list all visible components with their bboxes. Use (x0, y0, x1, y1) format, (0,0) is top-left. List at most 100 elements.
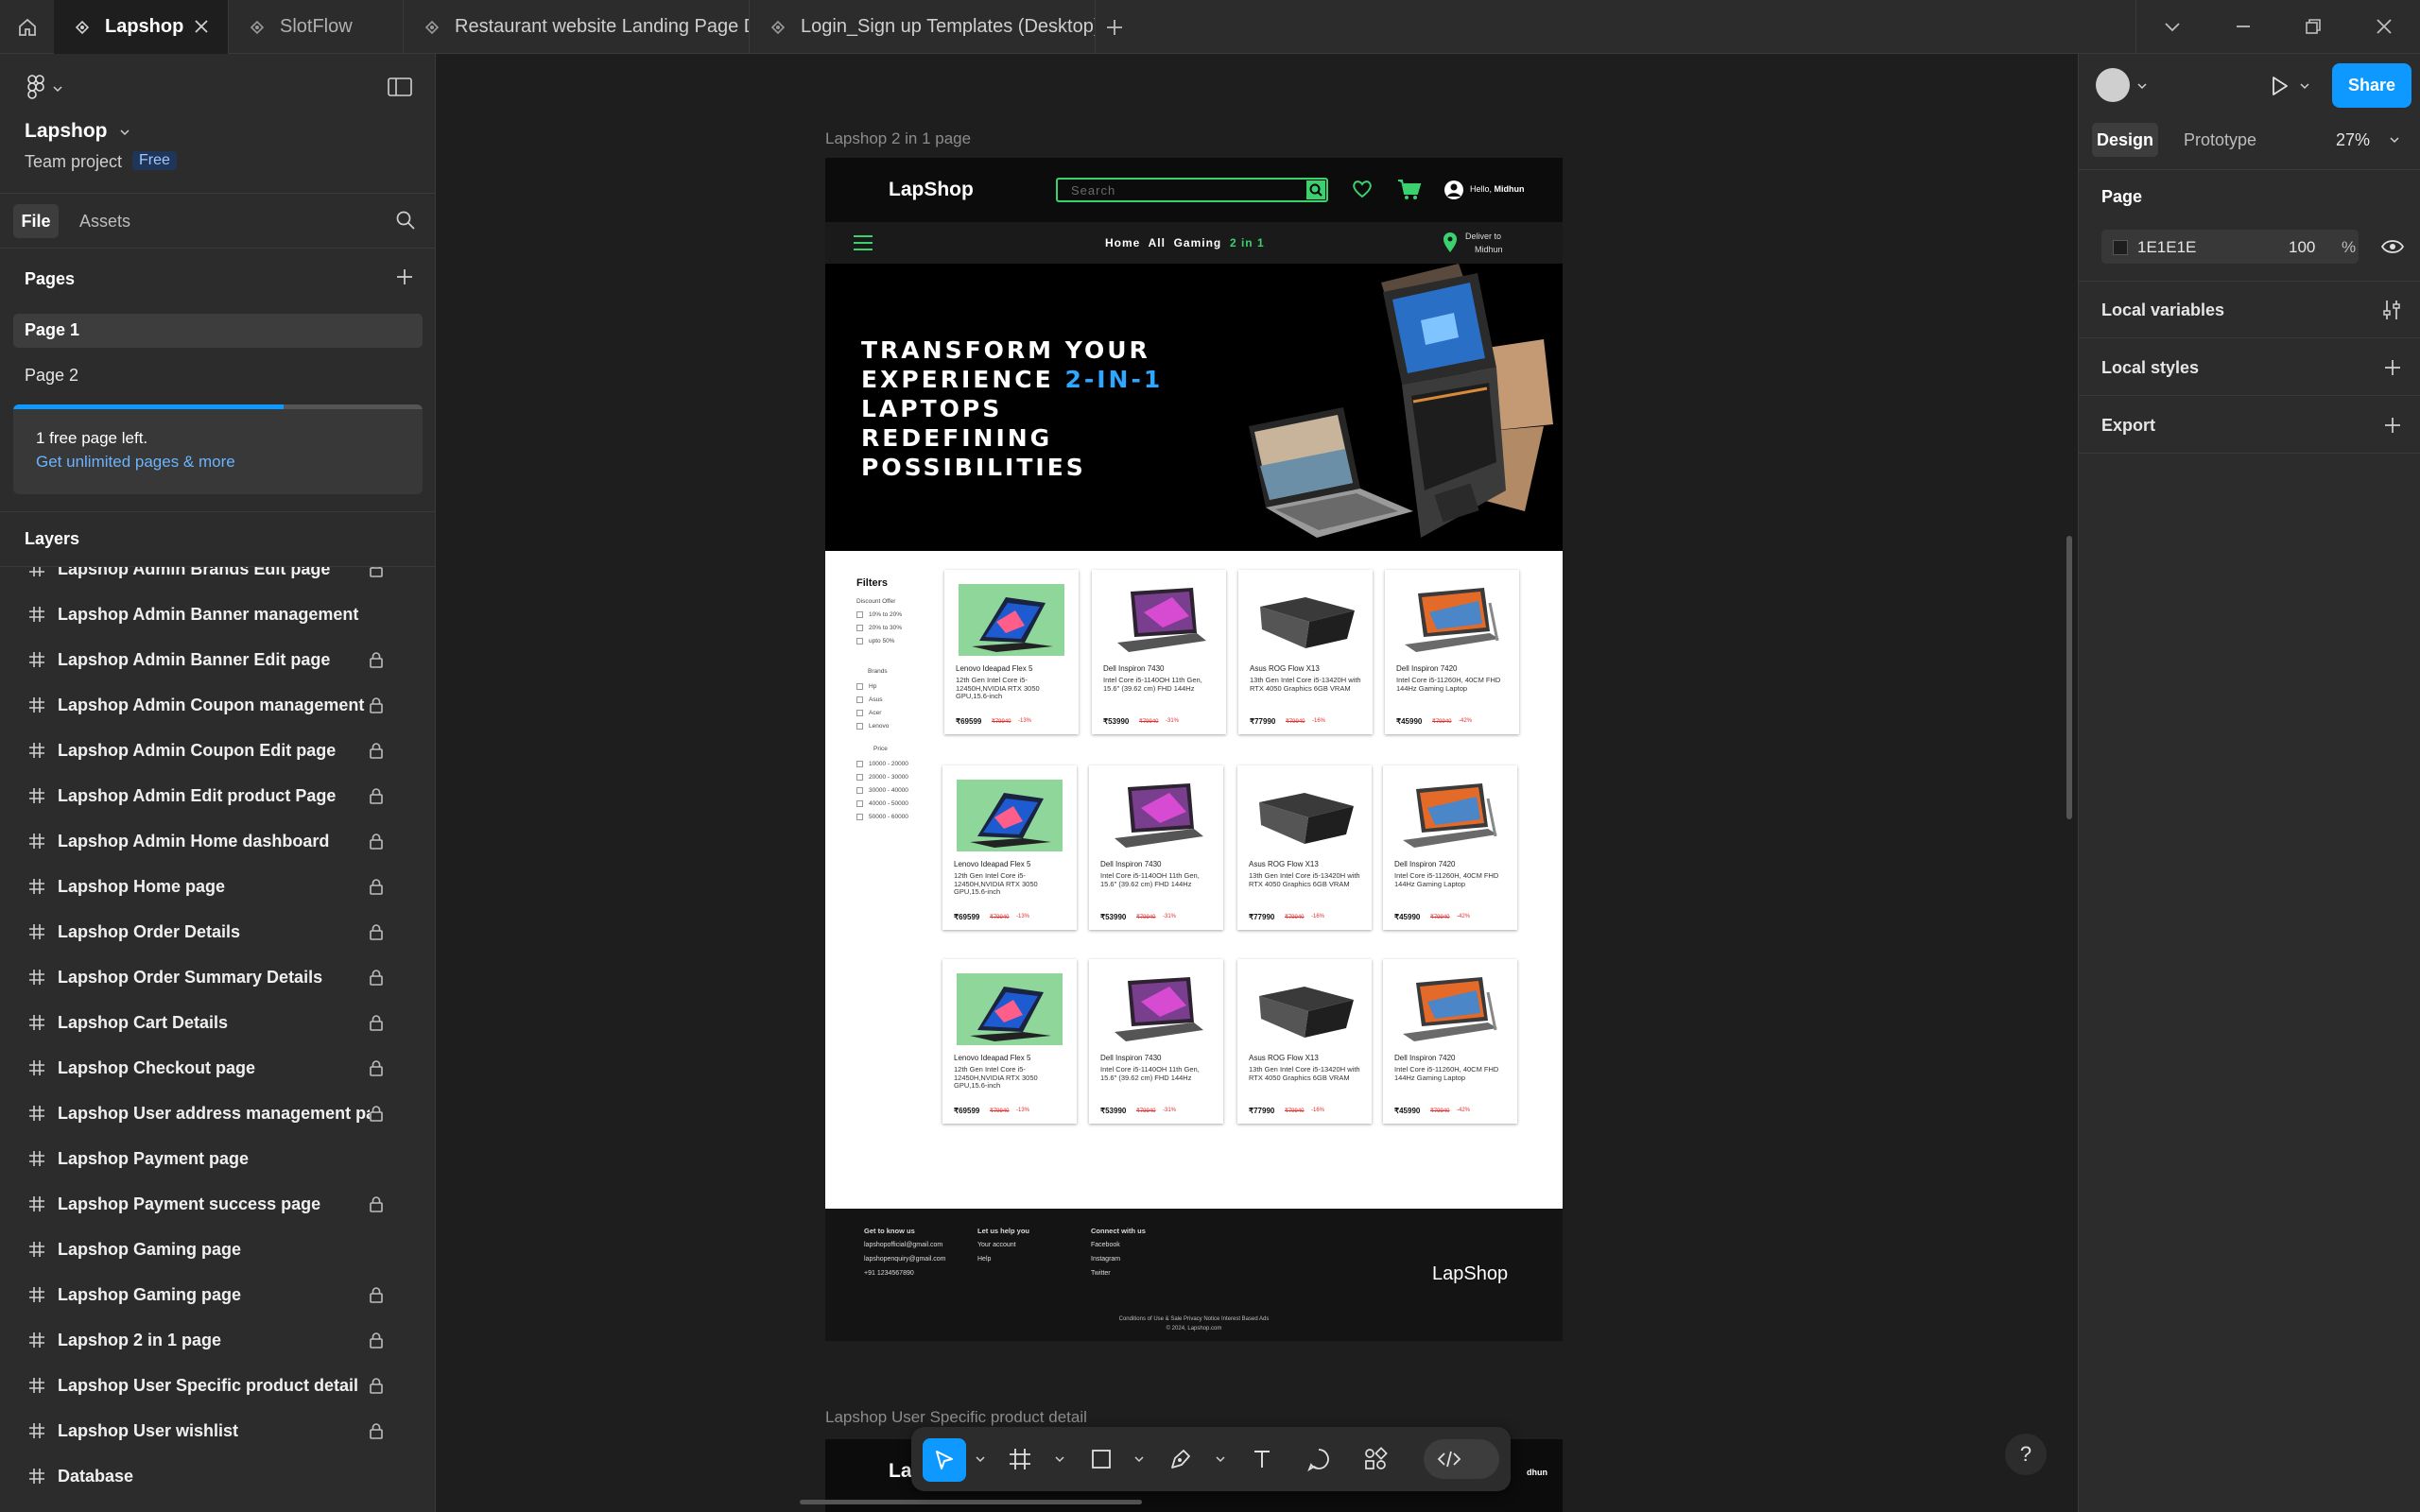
layer-item[interactable]: Lapshop User wishlist (0, 1408, 435, 1453)
upgrade-link[interactable]: Get unlimited pages & more (36, 453, 235, 472)
layer-item[interactable]: Lapshop Admin Coupon management (0, 682, 435, 728)
project-name[interactable]: Lapshop (25, 120, 108, 143)
chevron-down-icon[interactable] (2300, 82, 2309, 90)
layer-item[interactable]: Lapshop Admin Banner Edit page (0, 637, 435, 682)
lock-icon[interactable] (369, 878, 384, 895)
layer-item[interactable]: Lapshop Home page (0, 864, 435, 909)
shape-tool-button[interactable] (1085, 1443, 1117, 1475)
eye-icon[interactable] (2381, 238, 2404, 255)
lock-icon[interactable] (369, 1195, 384, 1212)
plus-icon[interactable] (2383, 358, 2402, 377)
chevron-down-icon[interactable] (2137, 82, 2147, 90)
lock-icon[interactable] (369, 1105, 384, 1122)
close-window-icon[interactable] (2373, 15, 2395, 38)
layer-item[interactable]: Lapshop Payment page (0, 1136, 435, 1181)
variables-icon[interactable] (2381, 299, 2402, 321)
tab-login[interactable]: Login_Sign up Templates (Desktop) ( (750, 0, 1096, 54)
lock-icon[interactable] (369, 833, 384, 850)
layer-item[interactable]: Lapshop User address management pag (0, 1091, 435, 1136)
home-button[interactable] (0, 0, 54, 54)
layer-item[interactable]: Lapshop Payment success page (0, 1181, 435, 1227)
layer-item[interactable]: Lapshop Admin Brands Edit page (0, 567, 435, 592)
layer-item[interactable]: Lapshop Gaming page (0, 1227, 435, 1272)
restore-icon[interactable] (2302, 15, 2325, 38)
frame-tool-button[interactable] (1004, 1443, 1036, 1475)
share-button[interactable]: Share (2332, 63, 2411, 108)
chevron-down-icon[interactable] (2161, 15, 2184, 38)
layer-item[interactable]: Lapshop Gaming page (0, 1272, 435, 1317)
zoom-level[interactable]: 27% (2336, 130, 2370, 150)
lock-icon[interactable] (369, 1286, 384, 1303)
pen-tool-button[interactable] (1165, 1443, 1197, 1475)
lock-icon[interactable] (369, 651, 384, 668)
layer-item[interactable]: Lapshop 2 in 1 page (0, 1317, 435, 1363)
tab-file[interactable]: File (13, 204, 59, 238)
page-item-2[interactable]: Page 2 (25, 366, 78, 386)
layer-item[interactable]: Lapshop Cart Details (0, 1000, 435, 1045)
canvas[interactable]: Lapshop 2 in 1 page LapShop Search Hello… (436, 54, 2078, 1512)
play-icon[interactable] (2268, 75, 2290, 97)
page-item-1[interactable]: Page 1 (25, 320, 79, 340)
figma-logo-icon[interactable] (26, 75, 45, 99)
layer-item[interactable]: Lapshop Admin Banner management (0, 592, 435, 637)
chevron-down-icon[interactable] (976, 1455, 985, 1463)
chevron-down-icon[interactable] (1134, 1455, 1144, 1463)
lock-icon[interactable] (369, 1059, 384, 1076)
minimize-icon[interactable] (2232, 15, 2255, 38)
move-tool-button[interactable] (923, 1438, 966, 1482)
dev-mode-toggle[interactable] (1424, 1439, 1499, 1479)
frame-lapshop-2in1[interactable]: LapShop Search Hello, Midhun Home All Ga… (825, 158, 1563, 1341)
tab-assets[interactable]: Assets (79, 212, 130, 232)
chevron-down-icon[interactable] (2390, 136, 2399, 144)
add-page-icon[interactable] (395, 267, 414, 286)
frame-label[interactable]: Lapshop 2 in 1 page (825, 129, 971, 148)
tab-prototype[interactable]: Prototype (2184, 130, 2256, 150)
plus-icon[interactable] (1104, 17, 1125, 38)
lock-icon[interactable] (369, 742, 384, 759)
chevron-down-icon[interactable] (120, 129, 130, 136)
help-button[interactable]: ? (2005, 1434, 2047, 1475)
lock-icon[interactable] (369, 1377, 384, 1394)
layer-item[interactable]: Lapshop Admin Edit product Page (0, 773, 435, 818)
lock-icon[interactable] (369, 1014, 384, 1031)
page-bg-field[interactable]: 1E1E1E 100 % (2101, 230, 2359, 264)
lock-icon[interactable] (369, 567, 384, 577)
horizontal-scrollbar[interactable] (800, 1500, 1142, 1504)
layer-item[interactable]: Lapshop Order Summary Details (0, 954, 435, 1000)
frame-label[interactable]: Lapshop User Specific product detail (825, 1408, 1087, 1427)
chevron-down-icon[interactable] (53, 85, 62, 93)
lock-icon[interactable] (369, 1332, 384, 1349)
layer-item[interactable]: Lapshop Order Details (0, 909, 435, 954)
layer-item[interactable]: Lapshop Admin Coupon Edit page (0, 728, 435, 773)
lock-icon[interactable] (369, 923, 384, 940)
avatar[interactable] (2096, 68, 2130, 102)
bg-opacity[interactable]: 100 (2289, 238, 2315, 257)
bg-hex[interactable]: 1E1E1E (2137, 238, 2196, 257)
vertical-scrollbar[interactable] (2066, 536, 2072, 819)
chevron-down-icon[interactable] (1216, 1455, 1225, 1463)
search-icon[interactable] (395, 210, 416, 231)
color-swatch[interactable] (2113, 240, 2128, 255)
layer-item[interactable]: Database (0, 1453, 435, 1499)
comment-tool-button[interactable] (1303, 1443, 1335, 1475)
tab-design[interactable]: Design (2092, 123, 2158, 157)
tab-restaurant[interactable]: Restaurant website Landing Page De (404, 0, 750, 54)
local-variables-row[interactable]: Local variables (2079, 282, 2420, 338)
actions-tool-button[interactable] (1359, 1443, 1392, 1475)
chevron-down-icon[interactable] (1055, 1455, 1064, 1463)
layer-item[interactable]: Lapshop Admin Home dashboard (0, 818, 435, 864)
plus-icon[interactable] (2383, 416, 2402, 435)
tab-slotflow[interactable]: SlotFlow (229, 0, 404, 54)
export-row[interactable]: Export (2079, 397, 2420, 454)
lock-icon[interactable] (369, 696, 384, 713)
tab-lapshop[interactable]: Lapshop (54, 0, 229, 54)
layer-item[interactable]: Lapshop User Specific product detail (0, 1363, 435, 1408)
text-tool-button[interactable] (1246, 1443, 1278, 1475)
close-icon[interactable] (192, 17, 211, 36)
local-styles-row[interactable]: Local styles (2079, 339, 2420, 396)
lock-icon[interactable] (369, 787, 384, 804)
lock-icon[interactable] (369, 969, 384, 986)
layer-item[interactable]: Lapshop Checkout page (0, 1045, 435, 1091)
sidebar-toggle-icon[interactable] (388, 77, 412, 97)
lock-icon[interactable] (369, 1422, 384, 1439)
